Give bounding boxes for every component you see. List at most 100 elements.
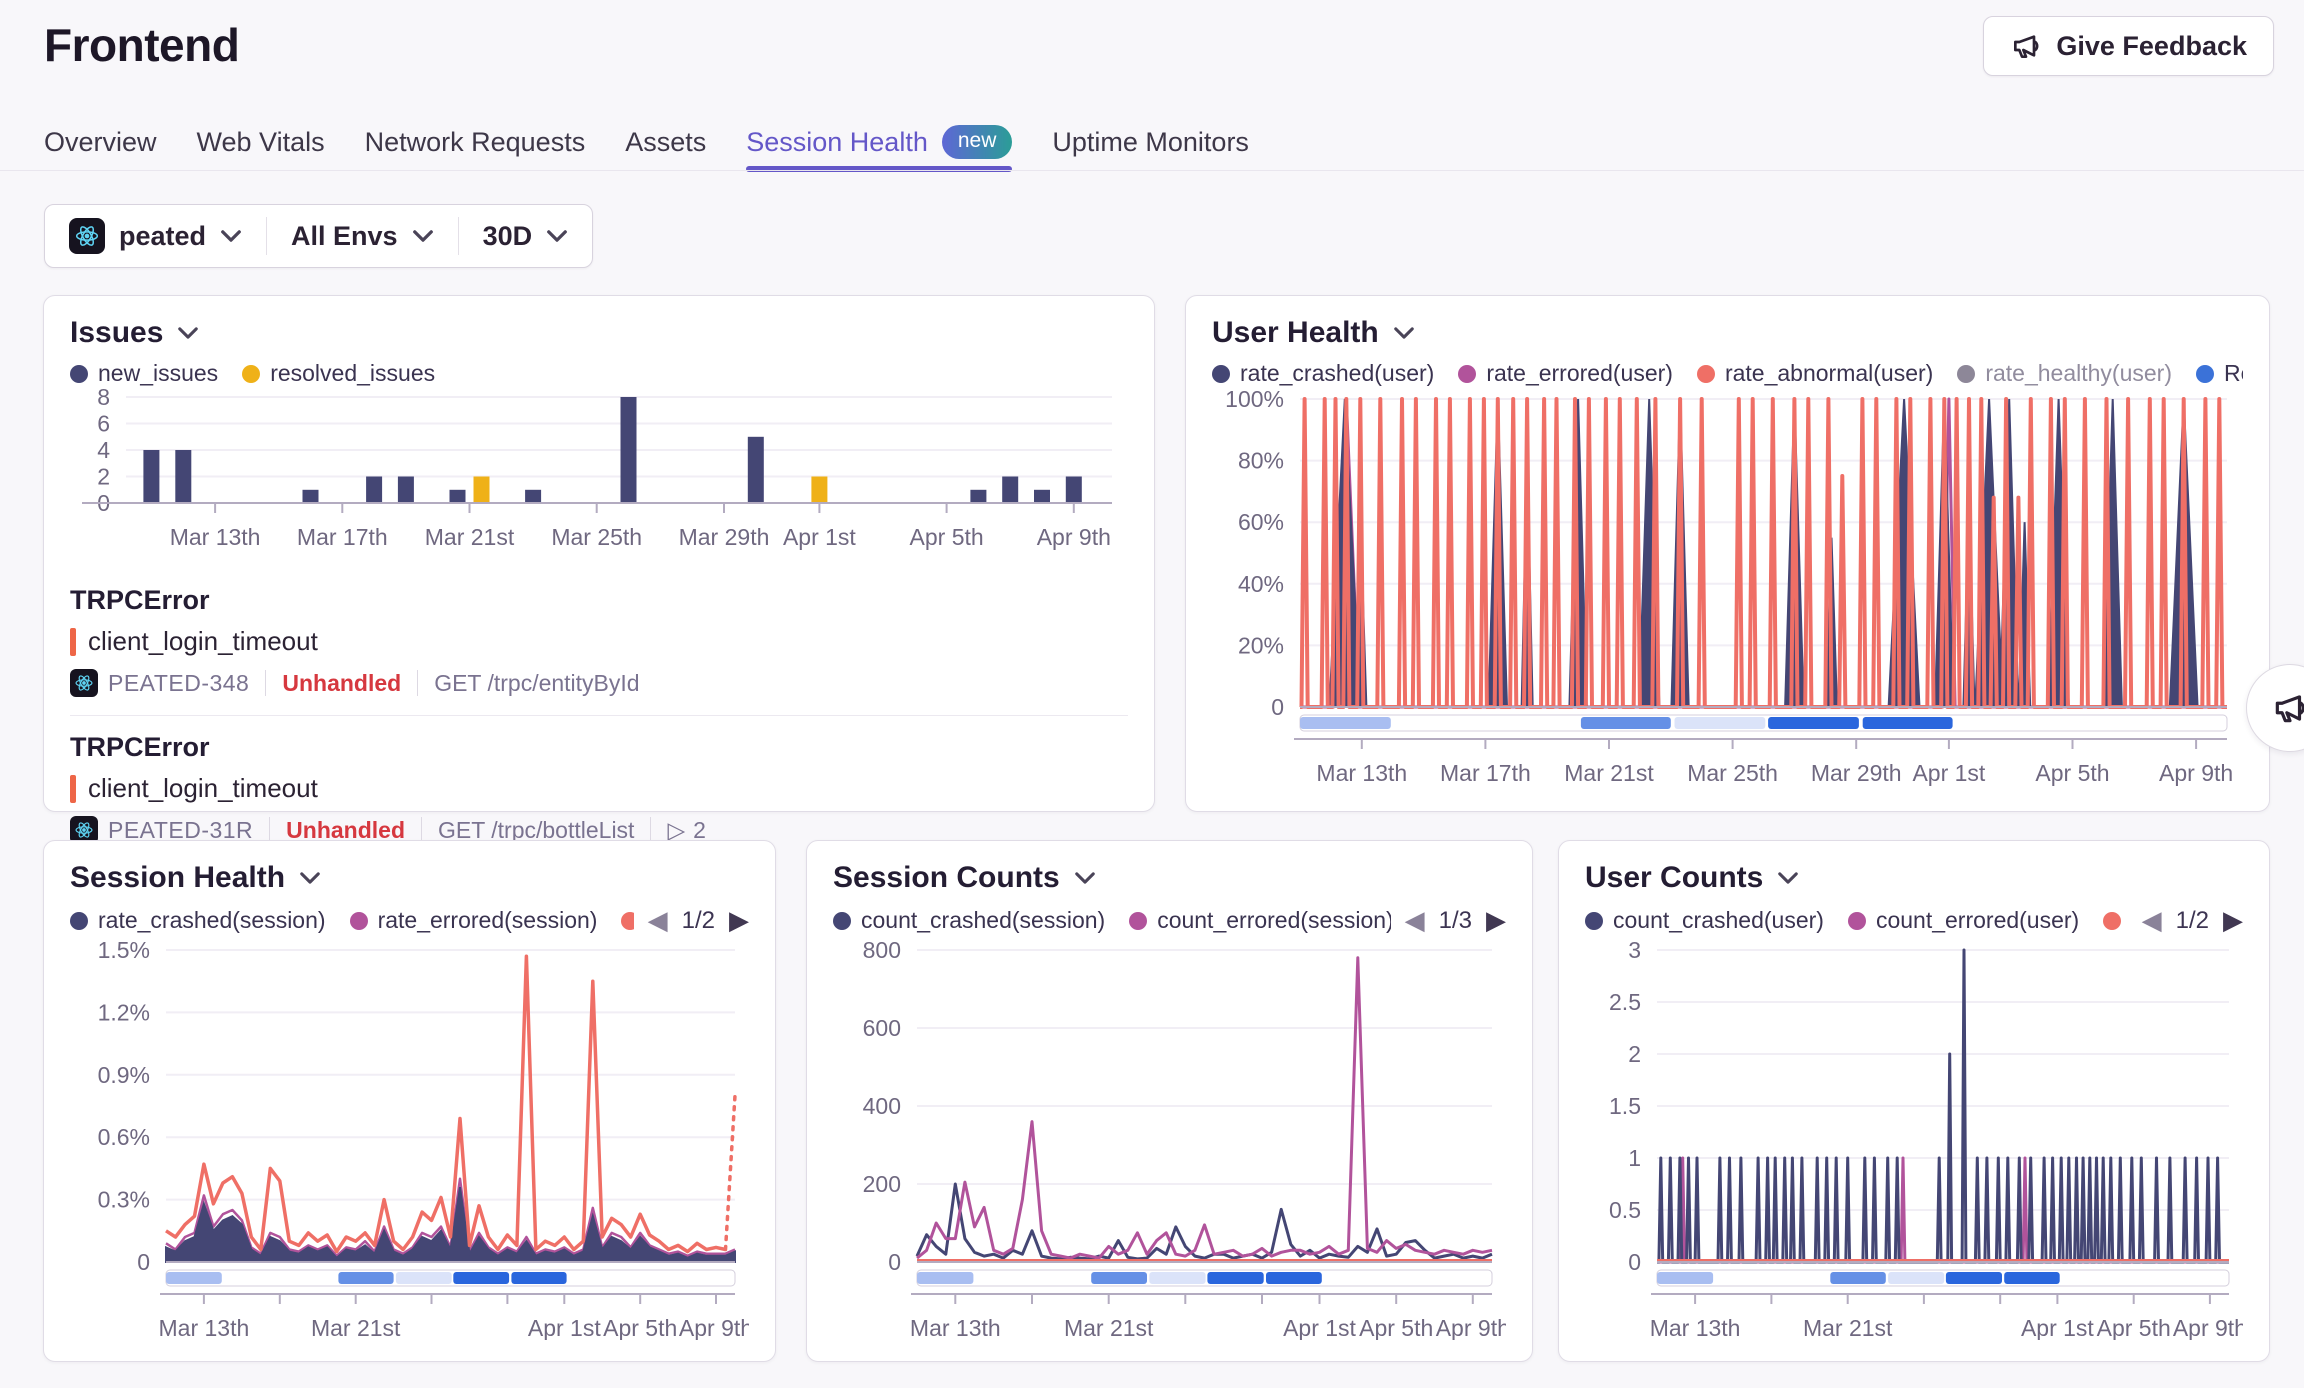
legend-dot [1458, 365, 1476, 383]
new-badge: new [942, 125, 1013, 159]
legend-item-count-crashed-user[interactable]: count_crashed(user) [1585, 907, 1824, 934]
legend-label: count_errored(session) [1157, 907, 1390, 934]
pager-prev-button[interactable]: ◀ [1405, 905, 1425, 936]
pager-next-button[interactable]: ▶ [2223, 905, 2243, 936]
tab-uptime-monitors[interactable]: Uptime Monitors [1052, 116, 1249, 168]
legend-item-rate-abnormal-user[interactable]: rate_abnormal(user) [1697, 360, 1933, 387]
user-counts-chart: 00.511.522.53Mar 13thMar 21stApr 1stApr … [1585, 940, 2243, 1340]
svg-text:Apr 1st: Apr 1st [783, 524, 856, 550]
project-selector[interactable]: peated [45, 218, 266, 254]
session-counts-chart: 0200400600800Mar 13thMar 21stApr 1stApr … [833, 940, 1506, 1340]
user-counts-panel: User Counts count_crashed(user)count_err… [1558, 840, 2270, 1362]
pager-count: 1/2 [682, 907, 715, 935]
svg-text:1.2%: 1.2% [98, 999, 150, 1025]
svg-text:1: 1 [1628, 1145, 1641, 1171]
legend-label: new_issues [98, 360, 218, 387]
pager-prev-button[interactable]: ◀ [648, 905, 668, 936]
svg-text:4: 4 [97, 437, 110, 463]
date-range-selector[interactable]: 30D [459, 221, 593, 252]
tab-overview[interactable]: Overview [44, 116, 157, 168]
issue-message[interactable]: client_login_timeout [88, 626, 318, 657]
chevron-down-icon[interactable] [1074, 871, 1096, 885]
legend-item-releases[interactable]: Releases [2196, 360, 2243, 387]
tab-web-vitals[interactable]: Web Vitals [197, 116, 325, 168]
legend-item-count-errored-session[interactable]: count_errored(session) [1129, 907, 1390, 934]
legend-item-rate-crashed-session[interactable]: rate_crashed(session) [70, 907, 326, 934]
legend-item-rate-errored-user[interactable]: rate_errored(user) [1458, 360, 1673, 387]
svg-text:0: 0 [1628, 1249, 1641, 1275]
user_counts-chart-svg: 00.511.522.53Mar 13thMar 21stApr 1stApr … [1585, 940, 2243, 1340]
svg-text:80%: 80% [1238, 448, 1284, 474]
tab-label: Overview [44, 127, 157, 158]
tab-network-requests[interactable]: Network Requests [365, 116, 586, 168]
issues-panel: Issues new_issuesresolved_issues 02468Ma… [43, 295, 1155, 812]
pager-next-button[interactable]: ▶ [1486, 905, 1506, 936]
legend-item-rate-abnorr[interactable]: rate_abnorr [621, 907, 633, 934]
svg-text:Mar 21st: Mar 21st [1803, 1315, 1893, 1340]
pager-count: 1/3 [1439, 907, 1472, 935]
legend-item-count-abnorm[interactable]: count_abnorm [2103, 907, 2127, 934]
tab-bar: Overview Web Vitals Network Requests Assets… [44, 116, 1249, 168]
legend-item-count-errored-user[interactable]: count_errored(user) [1848, 907, 2079, 934]
svg-text:Apr 9th: Apr 9th [1436, 1315, 1506, 1340]
svg-text:Mar 17th: Mar 17th [297, 524, 388, 550]
svg-text:600: 600 [863, 1015, 901, 1041]
svg-text:Mar 21st: Mar 21st [1564, 760, 1654, 786]
legend-dot [1848, 912, 1866, 930]
svg-text:0: 0 [137, 1249, 150, 1275]
chevron-down-icon [412, 229, 434, 243]
react-project-icon [70, 669, 98, 697]
unhandled-flag: Unhandled [282, 670, 401, 697]
chevron-down-icon [546, 229, 568, 243]
tab-session-health[interactable]: Session Healthnew [746, 116, 1012, 168]
issue-message[interactable]: client_login_timeout [88, 773, 318, 804]
pager-prev-button[interactable]: ◀ [2142, 905, 2162, 936]
issue-item[interactable]: TRPCError client_login_timeout PEATED-348 U… [70, 569, 1128, 697]
legend-item-rate-errored-session[interactable]: rate_errored(session) [350, 907, 598, 934]
chevron-down-icon[interactable] [1777, 871, 1799, 885]
svg-text:400: 400 [863, 1093, 901, 1119]
legend-dot [350, 912, 368, 930]
environment-selector[interactable]: All Envs [267, 221, 458, 252]
legend-item-new-issues[interactable]: new_issues [70, 360, 218, 387]
chevron-down-icon[interactable] [1393, 326, 1415, 340]
svg-text:2.5: 2.5 [1609, 989, 1641, 1015]
filter-bar: peated All Envs 30D [44, 204, 593, 268]
issue-type[interactable]: TRPCError [70, 732, 1128, 763]
date-range-value: 30D [483, 221, 533, 252]
legend-item-rate-healthy-user[interactable]: rate_healthy(user) [1957, 360, 2172, 387]
user-health-panel-title: User Health [1212, 316, 1379, 350]
legend-item-count-crashed-session[interactable]: count_crashed(session) [833, 907, 1105, 934]
chevron-down-icon[interactable] [177, 326, 199, 340]
legend-dot [833, 912, 851, 930]
svg-text:Mar 21st: Mar 21st [1064, 1315, 1154, 1340]
page-title: Frontend [44, 18, 239, 72]
tab-assets[interactable]: Assets [625, 116, 706, 168]
meta-separator [265, 670, 266, 696]
issue-item[interactable]: TRPCErrorclient_login_timeoutPEATED-31RU… [70, 716, 1128, 844]
legend-item-rate-crashed-user[interactable]: rate_crashed(user) [1212, 360, 1434, 387]
legend-item-resolved-issues[interactable]: resolved_issues [242, 360, 435, 387]
svg-text:Apr 5th: Apr 5th [2035, 760, 2109, 786]
session-health-panel-title: Session Health [70, 861, 285, 895]
legend-dot [70, 365, 88, 383]
svg-text:0.6%: 0.6% [98, 1124, 150, 1150]
svg-text:Apr 1st: Apr 1st [2021, 1315, 2094, 1340]
user-health-chart: 020%40%60%80%100%Mar 13thMar 17thMar 21s… [1212, 391, 2243, 787]
issue-transaction: GET /trpc/entityById [434, 670, 639, 697]
give-feedback-button[interactable]: Give Feedback [1983, 16, 2274, 76]
chevron-down-icon[interactable] [299, 871, 321, 885]
pager-next-button[interactable]: ▶ [729, 905, 749, 936]
svg-text:Apr 1st: Apr 1st [1912, 760, 1985, 786]
issue-short-id[interactable]: PEATED-348 [108, 670, 249, 697]
legend-label: rate_abnormal(user) [1725, 360, 1933, 387]
svg-text:Apr 5th: Apr 5th [603, 1315, 677, 1340]
svg-text:Apr 5th: Apr 5th [1359, 1315, 1433, 1340]
user_health-chart-svg: 020%40%60%80%100%Mar 13thMar 17thMar 21s… [1212, 391, 2243, 787]
svg-text:Mar 13th: Mar 13th [159, 1315, 250, 1340]
svg-text:40%: 40% [1238, 571, 1284, 597]
issue-type[interactable]: TRPCError [70, 585, 1128, 616]
megaphone-icon [2010, 30, 2042, 62]
legend-pager: ◀ 1/2 ▶ [648, 905, 749, 936]
svg-text:Apr 1st: Apr 1st [528, 1315, 601, 1340]
